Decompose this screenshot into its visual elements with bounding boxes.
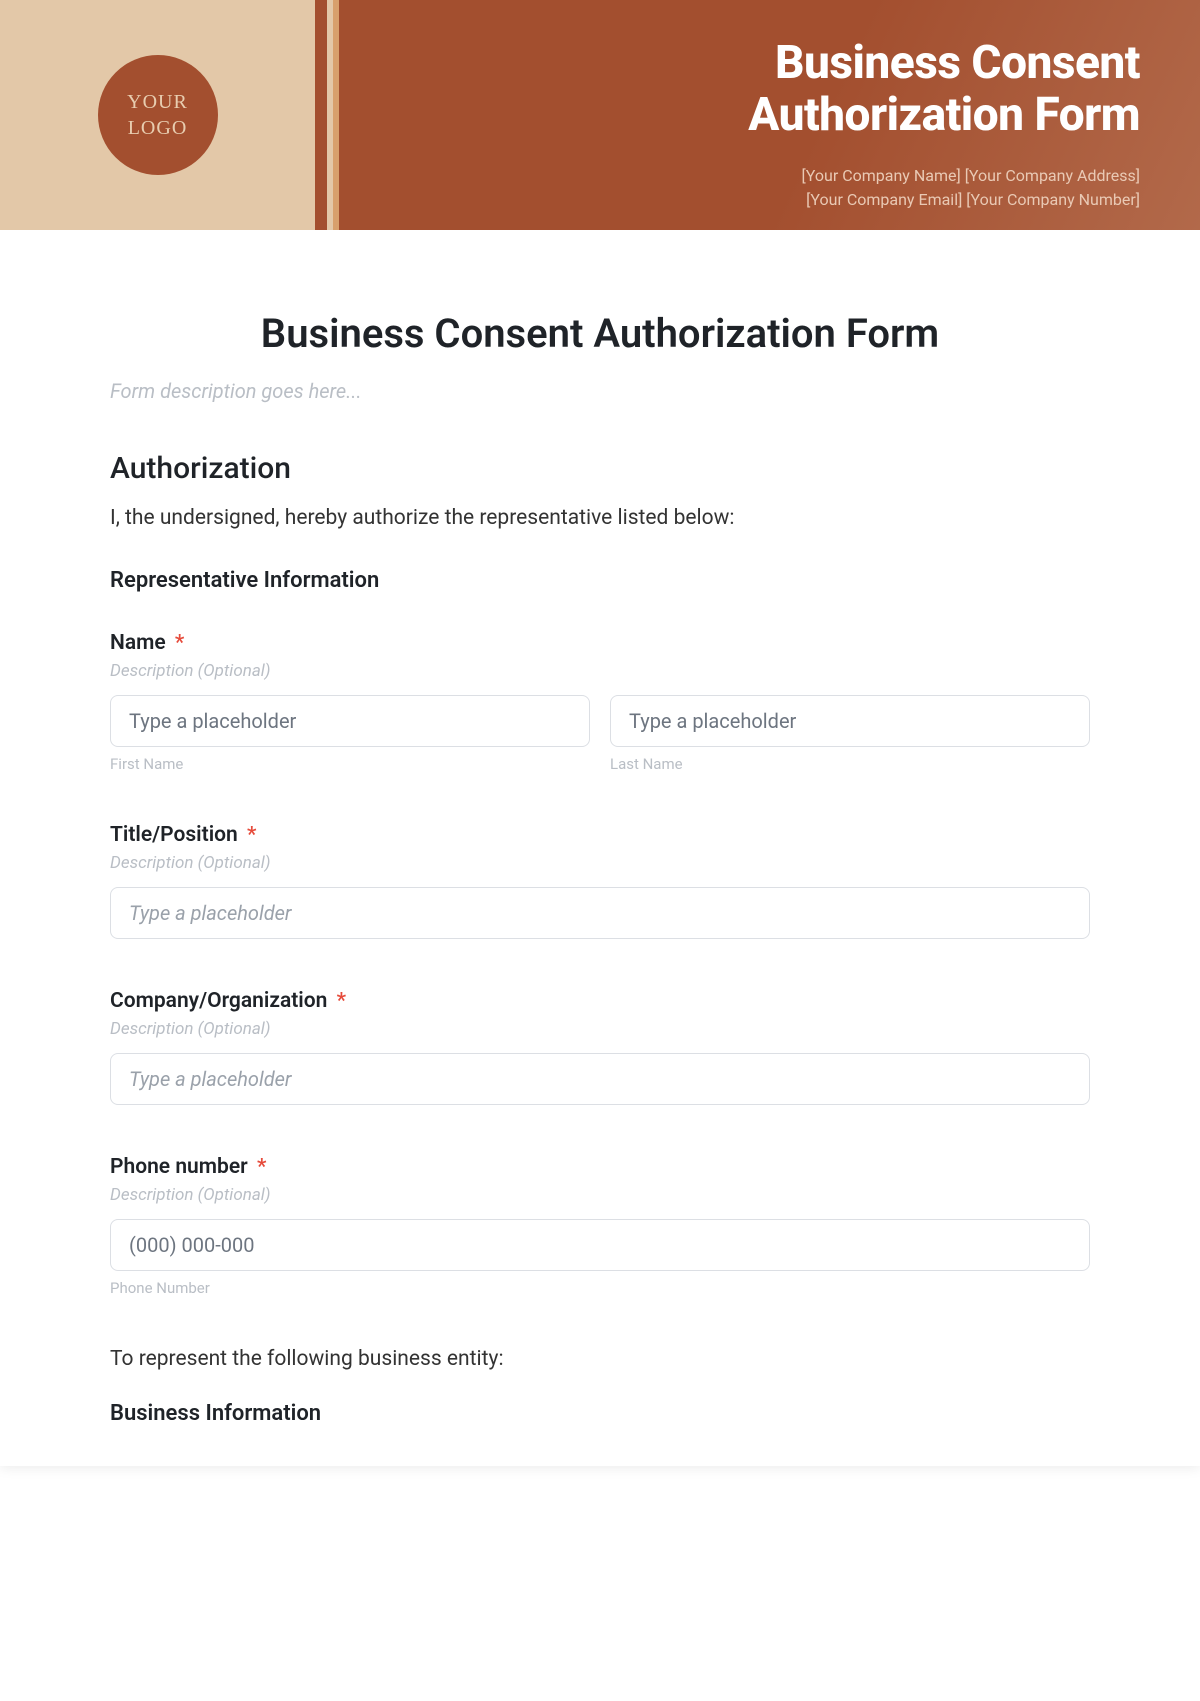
authorization-text: I, the undersigned, hereby authorize the… (110, 506, 1090, 530)
hero-title-line2: Authorization Form (748, 90, 1140, 142)
required-asterisk: * (175, 631, 184, 655)
phone-input[interactable] (110, 1219, 1090, 1271)
hero-meta-line1: [Your Company Name] [Your Company Addres… (802, 164, 1140, 188)
hero-stripes (315, 0, 350, 230)
hero-banner: YOUR LOGO Business Consent Authorization… (0, 0, 1200, 230)
authorization-heading: Authorization (110, 451, 1090, 486)
phone-sublabel: Phone Number (110, 1279, 1090, 1297)
hero-title: Business Consent Authorization Form (748, 38, 1140, 141)
field-title: Title/Position * Description (Optional) (110, 823, 1090, 939)
company-description: Description (Optional) (110, 1019, 1090, 1039)
field-name: Name * Description (Optional) First Name… (110, 631, 1090, 773)
field-phone: Phone number * Description (Optional) Ph… (110, 1155, 1090, 1297)
logo-text-line2: LOGO (128, 115, 188, 141)
form-title: Business Consent Authorization Form (110, 310, 1090, 357)
logo-placeholder: YOUR LOGO (98, 55, 218, 175)
entity-text: To represent the following business enti… (110, 1347, 1090, 1371)
last-name-sublabel: Last Name (610, 755, 1090, 773)
phone-label: Phone number * (110, 1155, 1090, 1179)
title-description: Description (Optional) (110, 853, 1090, 873)
name-input-row: First Name Last Name (110, 695, 1090, 773)
name-label: Name * (110, 631, 1090, 655)
company-input[interactable] (110, 1053, 1090, 1105)
business-info-heading: Business Information (110, 1401, 1090, 1426)
last-name-input[interactable] (610, 695, 1090, 747)
required-asterisk: * (337, 989, 346, 1013)
logo-text-line1: YOUR (127, 89, 188, 115)
form-content: Business Consent Authorization Form Form… (0, 230, 1200, 1466)
name-description: Description (Optional) (110, 661, 1090, 681)
title-label: Title/Position * (110, 823, 1090, 847)
first-name-col: First Name (110, 695, 590, 773)
hero-meta-line2: [Your Company Email] [Your Company Numbe… (802, 188, 1140, 212)
company-label: Company/Organization * (110, 989, 1090, 1013)
hero-title-line1: Business Consent (748, 38, 1140, 90)
title-label-text: Title/Position (110, 823, 238, 847)
field-company: Company/Organization * Description (Opti… (110, 989, 1090, 1105)
first-name-sublabel: First Name (110, 755, 590, 773)
company-label-text: Company/Organization (110, 989, 327, 1013)
hero-left-panel: YOUR LOGO (0, 0, 315, 230)
hero-right-panel: Business Consent Authorization Form [You… (350, 0, 1200, 230)
required-asterisk: * (247, 823, 256, 847)
hero-meta: [Your Company Name] [Your Company Addres… (802, 164, 1140, 212)
first-name-input[interactable] (110, 695, 590, 747)
form-description: Form description goes here... (110, 379, 1090, 403)
page: YOUR LOGO Business Consent Authorization… (0, 0, 1200, 1466)
required-asterisk: * (257, 1155, 266, 1179)
representative-info-heading: Representative Information (110, 568, 1090, 593)
name-label-text: Name (110, 631, 166, 655)
last-name-col: Last Name (610, 695, 1090, 773)
phone-description: Description (Optional) (110, 1185, 1090, 1205)
title-input[interactable] (110, 887, 1090, 939)
phone-label-text: Phone number (110, 1155, 248, 1179)
